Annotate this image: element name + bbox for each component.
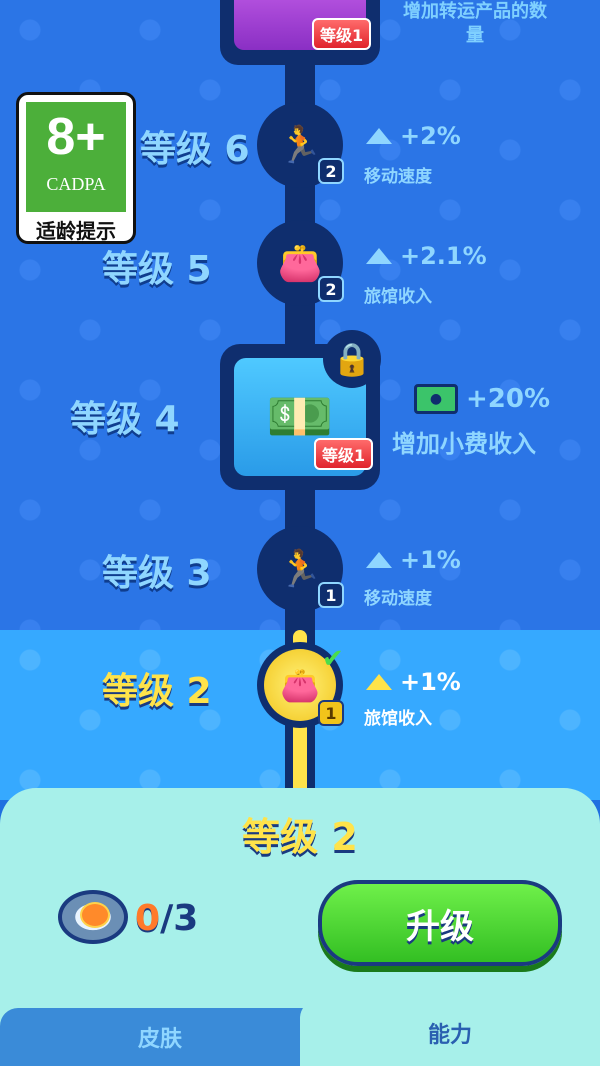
upgrade-progress: 0/3 (135, 898, 198, 939)
level-6-stat: +2% (366, 122, 461, 150)
level-3-value: +1% (400, 546, 461, 574)
check-icon: ✔ (322, 644, 344, 674)
level-2-label: 等级 2 (102, 671, 212, 712)
up-arrow-icon (366, 552, 392, 568)
age-rating-org: CADPA (46, 174, 106, 194)
age-rating-text: 适龄提示 (36, 219, 116, 243)
level-3-label: 等级 3 (102, 553, 212, 594)
wallet-icon: 👛 (277, 243, 323, 284)
upgrade-button[interactable]: 升级 (318, 880, 562, 966)
progress-separator: / (160, 898, 174, 939)
lock-icon: 🔒 (323, 330, 381, 388)
level-3-count: 1 (318, 582, 344, 608)
level-6-count: 2 (318, 158, 344, 184)
age-rating-block: 8+ CADPA (26, 102, 126, 212)
level-6-stat-name: 移动速度 (364, 167, 432, 187)
level-5-stat-name: 旅馆收入 (364, 287, 432, 307)
up-arrow-icon (366, 674, 392, 690)
tab-ability[interactable]: 能力 (300, 1000, 600, 1066)
level-5-label: 等级 5 (102, 249, 212, 290)
tab-skin[interactable]: 皮肤 (0, 1008, 320, 1066)
progress-max: 3 (173, 898, 199, 939)
level-2-value: +1% (400, 668, 461, 696)
level-4-label: 等级 4 (70, 399, 180, 440)
wallet-icon: 👛 (280, 666, 320, 704)
level-7-badge: 等级1 (312, 18, 372, 50)
level-4-stat-name: 增加小费收入 (392, 430, 536, 458)
level-4-badge: 等级1 (314, 438, 374, 470)
up-arrow-icon (366, 128, 392, 144)
level-4-stat: ● +20% (414, 384, 550, 414)
panel-title: 等级 2 (242, 815, 358, 859)
level-3-stat: +1% (366, 546, 461, 574)
level-2-count: 1 (318, 700, 344, 726)
up-arrow-icon (366, 248, 392, 264)
level-5-stat: +2.1% (366, 242, 487, 270)
level-6-label: 等级 6 (140, 129, 250, 170)
age-rating-number: 8+ (46, 108, 106, 166)
level-2-stat: +1% (366, 668, 461, 696)
level-7-description: 增加转运产品的数量 (403, 1, 547, 46)
tab-bar: 皮肤 能力 (0, 1000, 600, 1066)
level-3-stat-name: 移动速度 (364, 589, 432, 609)
level-2-stat-name: 旅馆收入 (364, 709, 432, 729)
progress-current: 0 (135, 898, 161, 939)
level-4-value: +20% (466, 384, 551, 414)
coin-stack-icon (58, 890, 128, 944)
cash-icon: ● (414, 384, 458, 414)
age-rating-badge: 8+ CADPA 适龄提示 (16, 92, 136, 244)
level-6-value: +2% (400, 122, 461, 150)
level-5-value: +2.1% (400, 242, 487, 270)
running-icon: 🏃 (277, 125, 323, 166)
level-5-count: 2 (318, 276, 344, 302)
running-icon: 🏃 (277, 549, 323, 590)
